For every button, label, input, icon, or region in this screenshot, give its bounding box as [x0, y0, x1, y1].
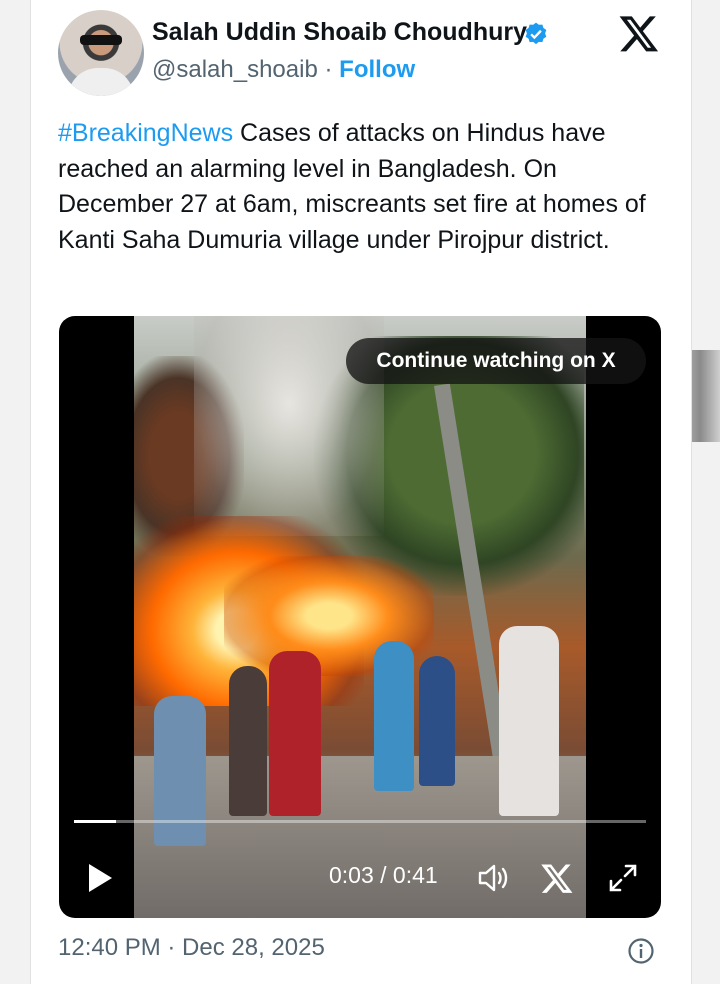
author-handle[interactable]: @salah_shoaib — [152, 56, 318, 83]
author-name[interactable]: Salah Uddin Shoaib Choudhury — [152, 18, 527, 47]
fullscreen-icon[interactable] — [606, 861, 640, 895]
tweet-timestamp[interactable]: 12:40 PM · Dec 28, 2025 — [58, 934, 325, 962]
video-scene-person — [229, 666, 267, 816]
video-scene-person — [499, 626, 559, 816]
x-small-icon[interactable] — [540, 861, 574, 895]
continue-watching-button[interactable]: Continue watching on X — [346, 338, 646, 384]
separator: · — [324, 56, 333, 83]
tweet-text: #BreakingNews Cases of attacks on Hindus… — [58, 116, 668, 258]
follow-button[interactable]: Follow — [339, 56, 415, 83]
handle-row: @salah_shoaib · Follow — [152, 56, 415, 84]
video-scrubber-progress — [74, 820, 116, 823]
video-scene-person — [154, 696, 206, 846]
play-icon[interactable] — [86, 862, 114, 894]
x-logo-icon[interactable] — [618, 12, 660, 54]
avatar[interactable] — [58, 10, 144, 96]
video-scrubber[interactable] — [74, 820, 646, 823]
video-scene-person — [269, 651, 321, 816]
video-time: 0:03 / 0:41 — [329, 862, 438, 888]
avatar-glasses — [80, 35, 122, 45]
video-player[interactable]: Continue watching on X 0:03 / 0:41 — [59, 316, 661, 918]
verified-badge-icon — [525, 22, 547, 45]
volume-icon[interactable] — [477, 862, 513, 894]
avatar-shirt — [68, 68, 134, 96]
video-scene-person — [374, 641, 414, 791]
hashtag-link[interactable]: #BreakingNews — [58, 119, 233, 147]
video-scene-person — [419, 656, 455, 786]
info-icon[interactable] — [627, 937, 655, 965]
video-frame[interactable] — [134, 316, 586, 918]
